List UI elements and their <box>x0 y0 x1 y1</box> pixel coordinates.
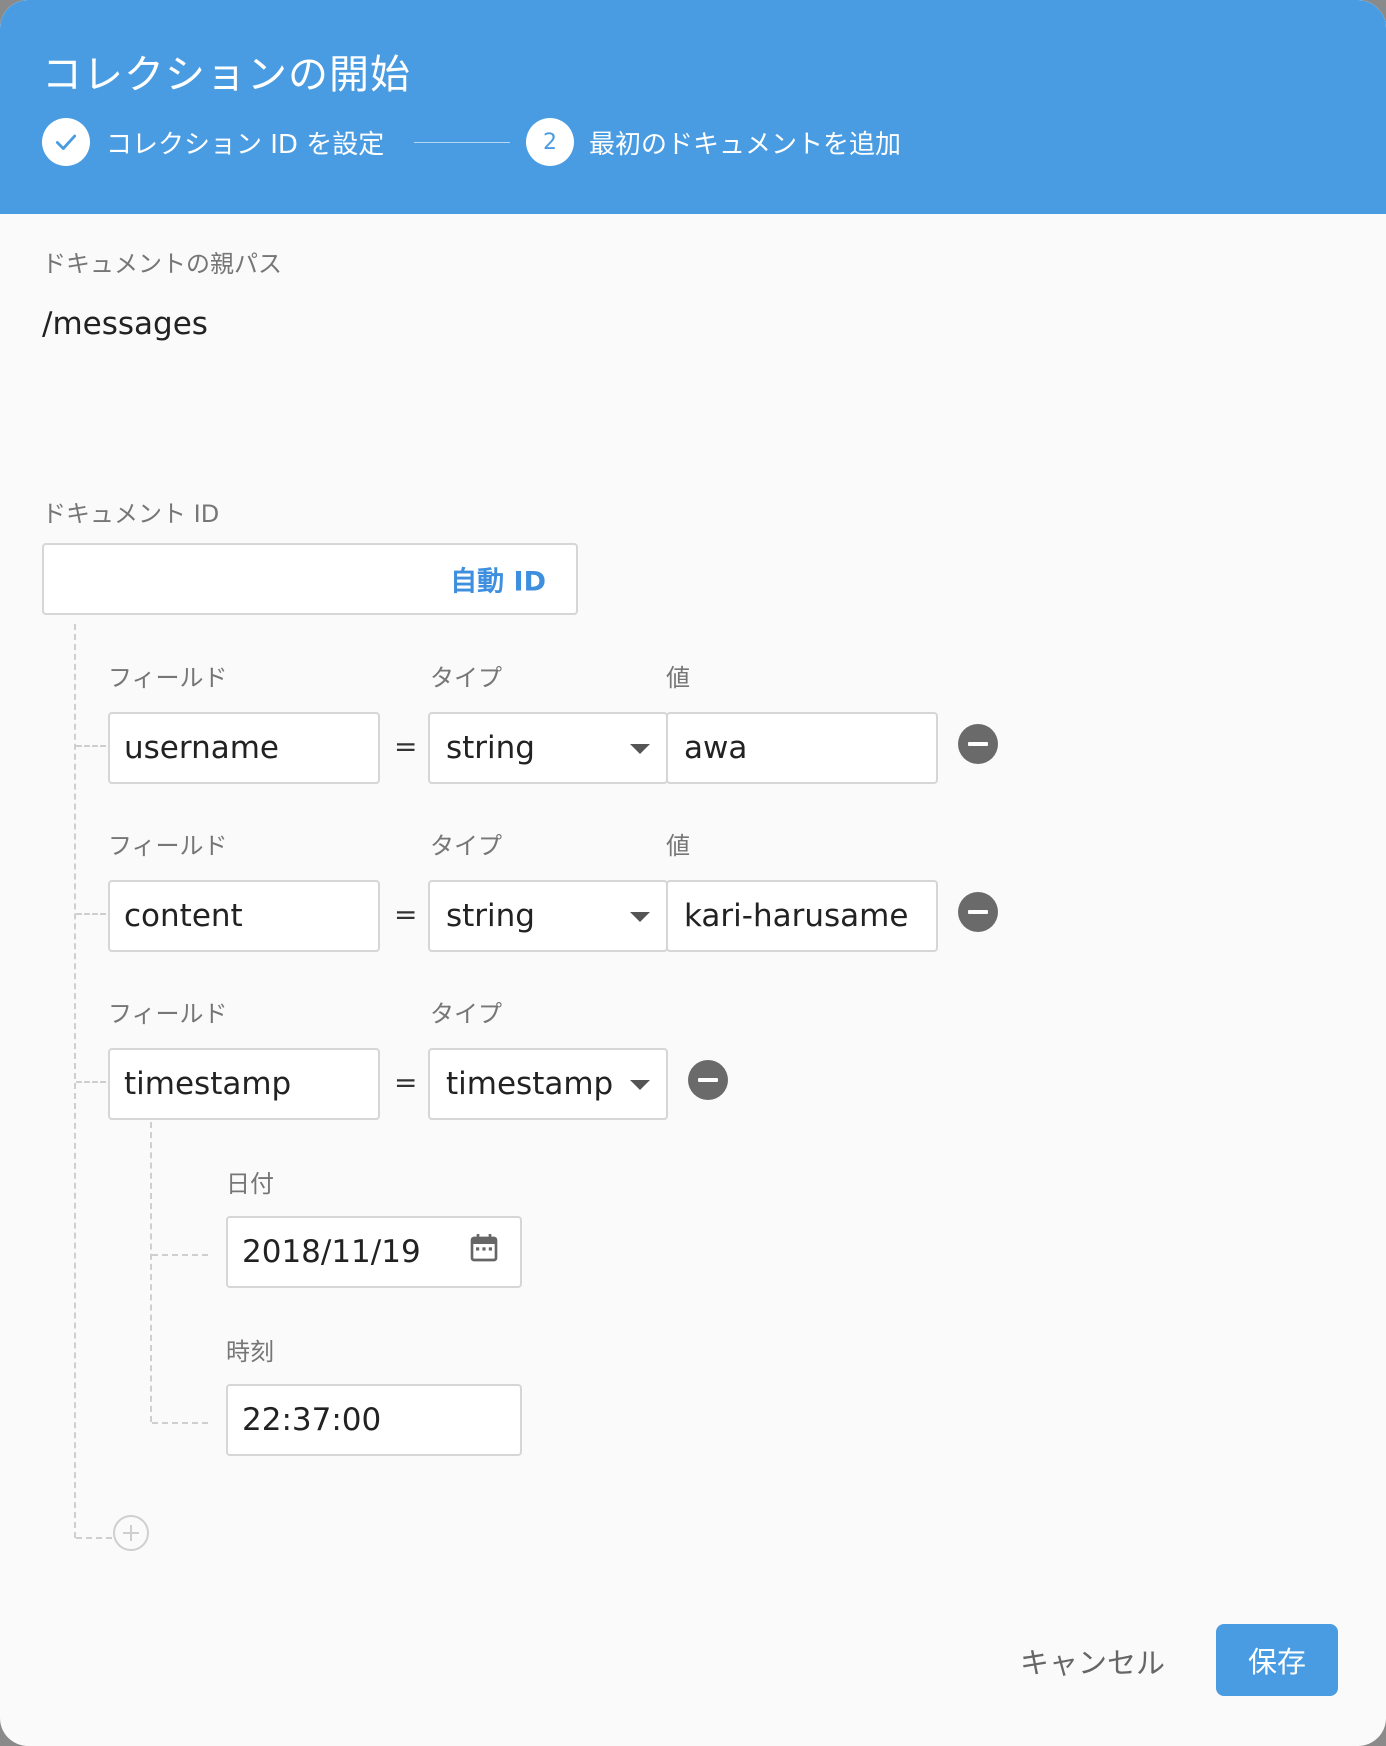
stepper-connector <box>414 142 510 143</box>
cancel-button[interactable]: キャンセル <box>1020 1640 1165 1682</box>
field-name-input[interactable]: username <box>108 712 380 784</box>
type-select[interactable]: string <box>428 712 668 784</box>
tree-branch-sub <box>152 1254 208 1256</box>
type-select[interactable]: timestamp <box>428 1048 668 1120</box>
chevron-down-icon <box>630 912 650 922</box>
field-header: フィールド <box>108 664 228 692</box>
equals-sign: = <box>394 898 418 931</box>
start-collection-dialog: コレクションの開始 コレクション ID を設定 2 最初のドキュメントを追加 ド… <box>0 0 1386 1746</box>
tree-branch <box>76 745 106 747</box>
field-value-input[interactable]: awa <box>666 712 938 784</box>
remove-circle-icon[interactable] <box>688 1060 728 1100</box>
document-id-input[interactable]: 自動 ID <box>42 543 578 615</box>
chevron-down-icon <box>630 1080 650 1090</box>
date-label: 日付 <box>226 1170 274 1198</box>
step2-label: 最初のドキュメントを追加 <box>589 130 902 160</box>
field-value-input[interactable]: kari-harusame <box>666 880 938 952</box>
dialog-title: コレクションの開始 <box>42 52 411 98</box>
type-header: タイプ <box>430 832 502 860</box>
auto-id-button[interactable]: 自動 ID <box>450 560 546 599</box>
equals-sign: = <box>394 730 418 763</box>
type-header: タイプ <box>430 1000 502 1028</box>
save-button[interactable]: 保存 <box>1216 1624 1338 1696</box>
type-select[interactable]: string <box>428 880 668 952</box>
dialog-header: コレクションの開始 コレクション ID を設定 2 最初のドキュメントを追加 <box>0 0 1386 214</box>
field-name-input[interactable]: timestamp <box>108 1048 380 1120</box>
field-name-input[interactable]: content <box>108 880 380 952</box>
field-header: フィールド <box>108 832 228 860</box>
parent-path-value: /messages <box>42 306 208 342</box>
value-header: 値 <box>666 832 690 860</box>
time-input[interactable]: 22:37:00 <box>226 1384 522 1456</box>
tree-branch <box>76 1081 106 1083</box>
tree-branch-sub <box>152 1422 208 1424</box>
remove-circle-icon[interactable] <box>958 892 998 932</box>
parent-path-label: ドキュメントの親パス <box>42 250 282 278</box>
equals-sign: = <box>394 1066 418 1099</box>
value-header: 値 <box>666 664 690 692</box>
document-id-label: ドキュメント ID <box>42 500 220 528</box>
type-header: タイプ <box>430 664 502 692</box>
add-circle-icon[interactable] <box>113 1515 149 1551</box>
check-icon <box>55 134 77 150</box>
remove-circle-icon[interactable] <box>958 724 998 764</box>
tree-branch <box>76 913 106 915</box>
tree-line-sub <box>150 1122 152 1422</box>
tree-branch <box>76 1537 112 1539</box>
time-label: 時刻 <box>226 1338 274 1366</box>
chevron-down-icon <box>630 744 650 754</box>
step1-check-icon <box>42 118 90 166</box>
field-header: フィールド <box>108 1000 228 1028</box>
date-input[interactable]: 2018/11/19 <box>226 1216 522 1288</box>
step2-number: 2 <box>526 118 574 166</box>
calendar-icon[interactable] <box>468 1231 500 1265</box>
step1-label: コレクション ID を設定 <box>106 130 385 160</box>
